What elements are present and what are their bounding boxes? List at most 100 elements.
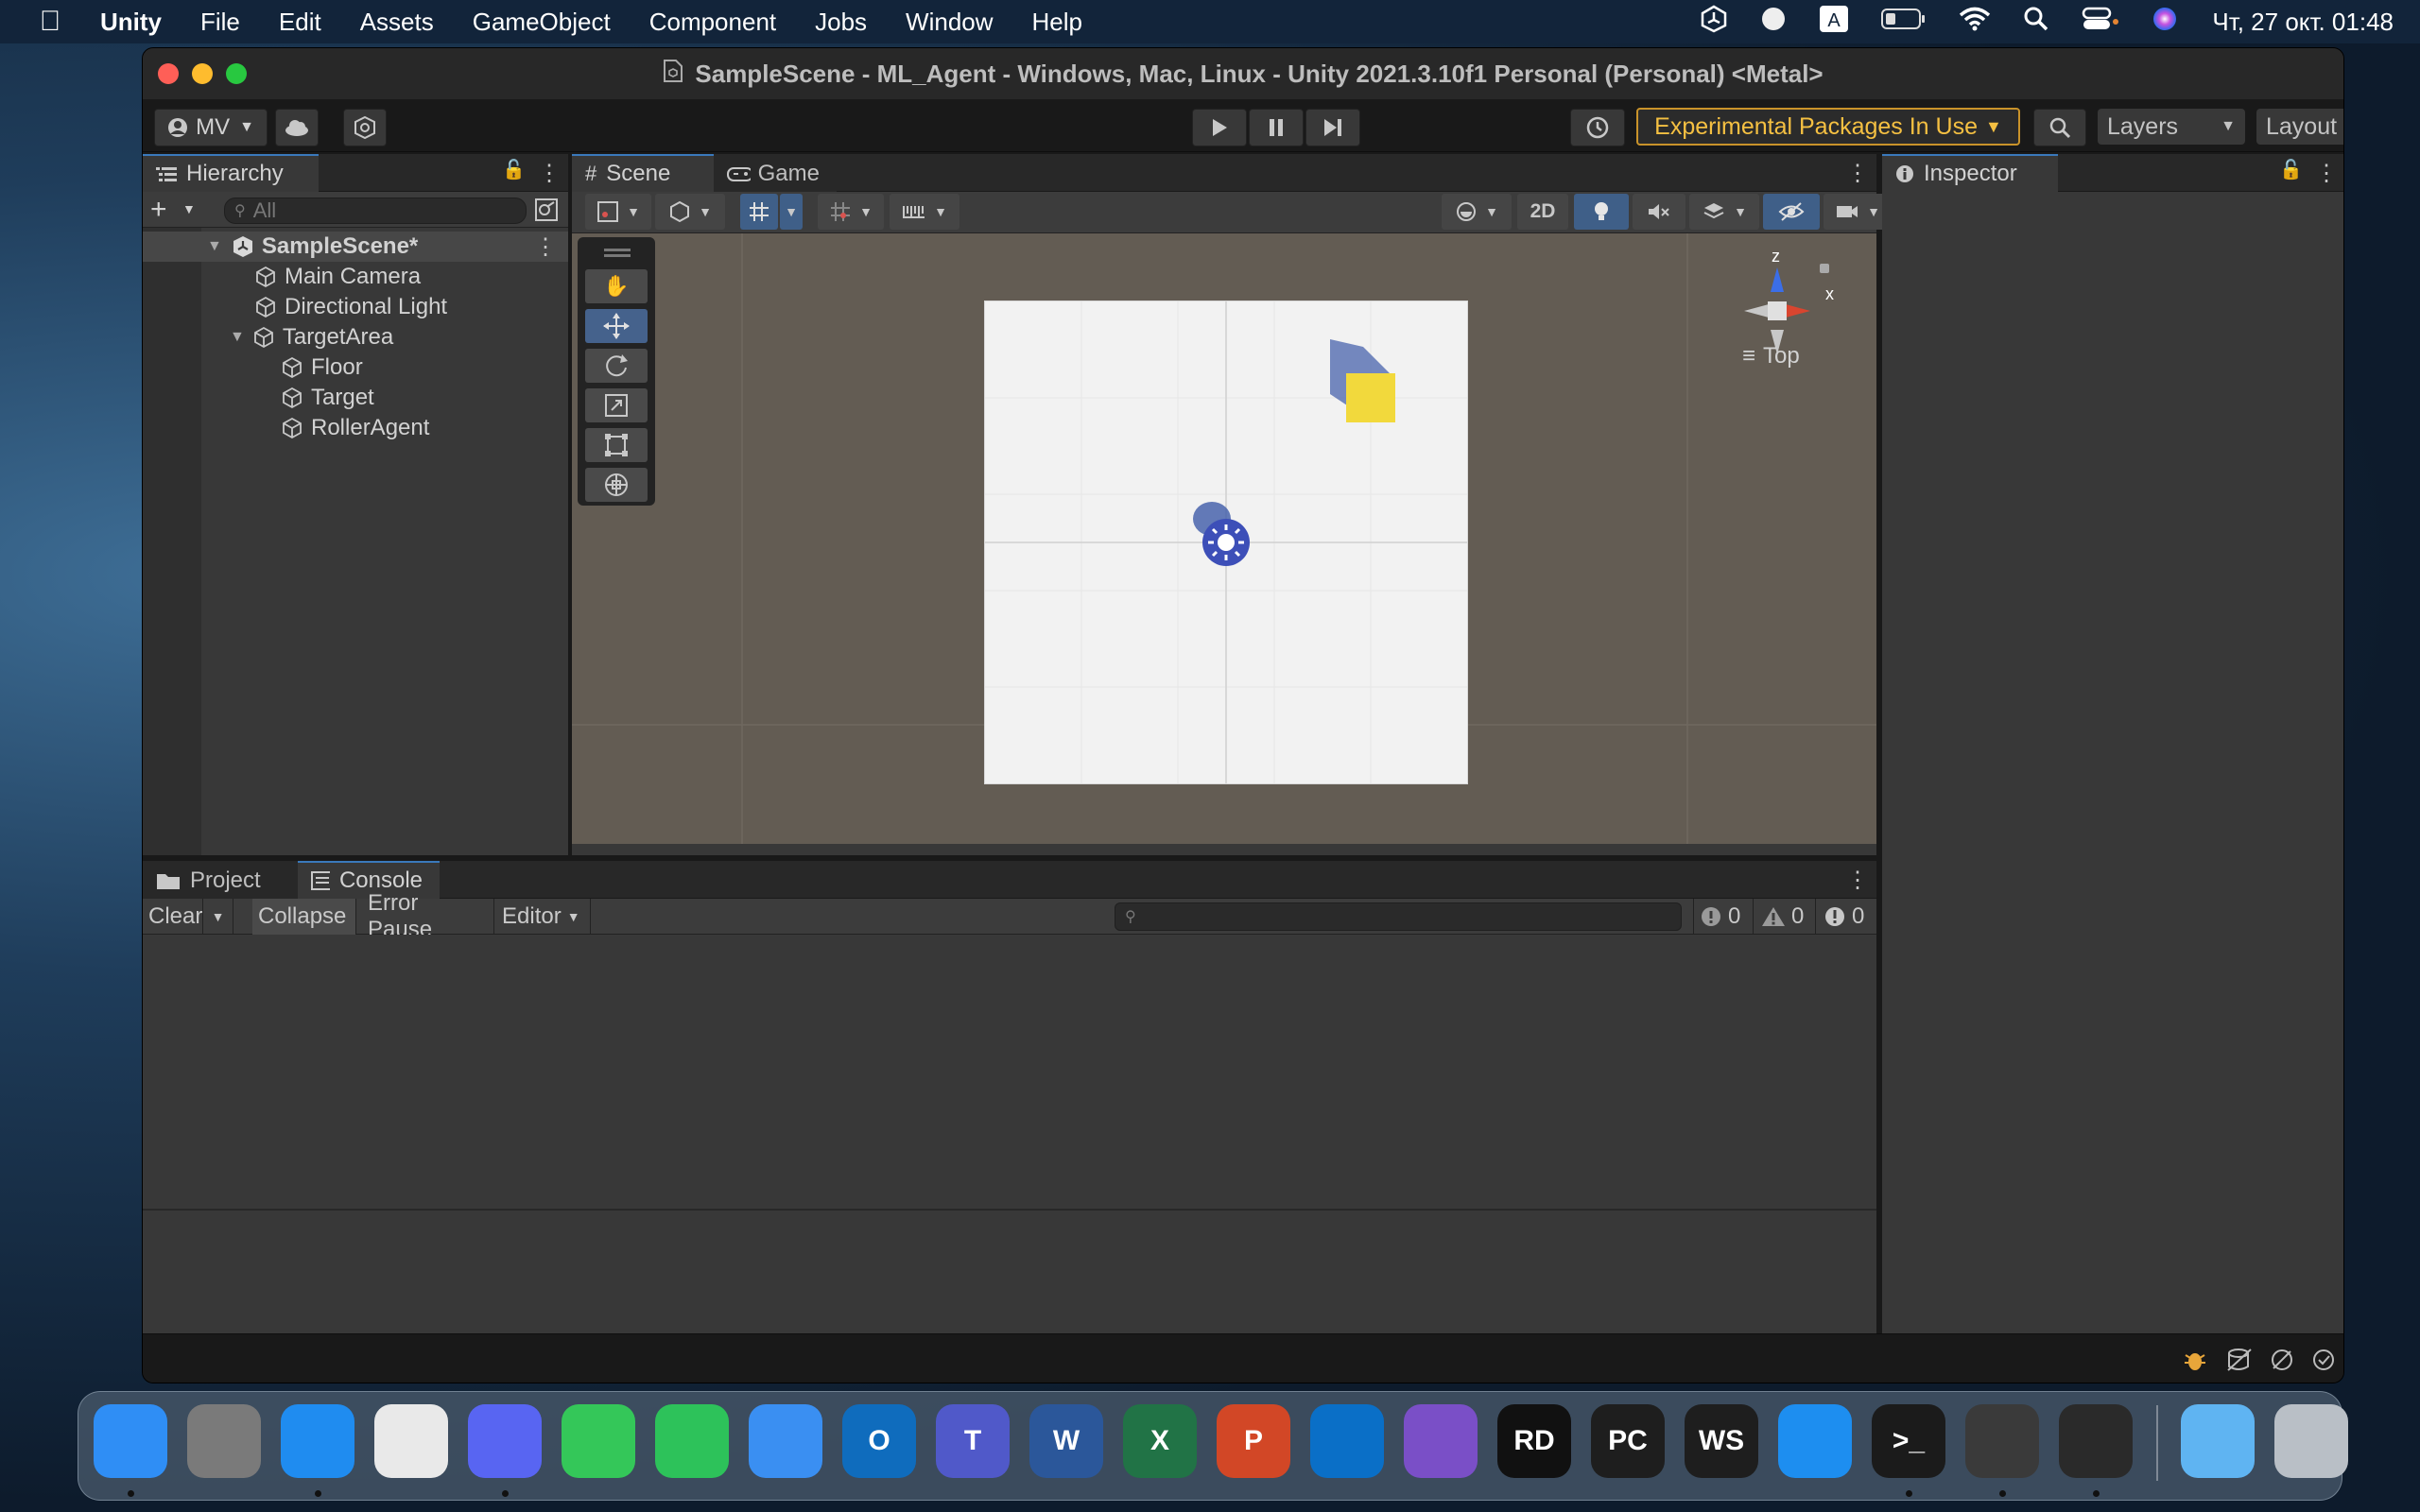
audio-toggle[interactable] — [1633, 194, 1685, 230]
hierarchy-item-target-area[interactable]: ▼ TargetArea — [230, 322, 393, 352]
menu-clock[interactable]: Чт, 27 окт. 01:48 — [2212, 8, 2394, 37]
grid-snap-toggle[interactable] — [740, 194, 778, 230]
dock-app-messages[interactable] — [562, 1404, 635, 1478]
error-filter-toggle[interactable]: 0 — [1818, 899, 1876, 935]
warning-filter-toggle[interactable]: 0 — [1755, 899, 1816, 935]
more-options-icon[interactable]: ⋮ — [538, 160, 561, 187]
layout-dropdown[interactable]: Layout ▼ — [2256, 109, 2343, 145]
effects-dropdown[interactable]: ▼ — [1689, 194, 1759, 230]
scale-tool-button[interactable] — [585, 388, 648, 422]
view-label[interactable]: ≡ Top — [1742, 343, 1800, 369]
dock-app-webstorm[interactable]: WS — [1685, 1404, 1758, 1478]
menu-item-file[interactable]: File — [200, 8, 240, 37]
lock-icon[interactable]: 🔓 — [502, 158, 526, 181]
more-options-icon[interactable]: ⋮ — [2315, 160, 2338, 187]
minimize-window-button[interactable] — [192, 63, 213, 84]
scene-row[interactable]: ▼ SampleScene* ⋮ — [143, 232, 568, 262]
wifi-icon[interactable] — [1959, 6, 1991, 39]
control-center-icon[interactable] — [2082, 6, 2119, 39]
dock-app-word[interactable]: W — [1029, 1404, 1103, 1478]
scene-viewport[interactable]: ✋ z x ≡ Top — [572, 233, 1876, 844]
cache-server-icon[interactable] — [2226, 1348, 2253, 1377]
dock-app-finder[interactable] — [94, 1404, 167, 1478]
dock-app-mail[interactable] — [749, 1404, 822, 1478]
more-options-icon[interactable]: ⋮ — [1846, 867, 1869, 894]
search-button[interactable] — [2033, 109, 2086, 146]
lock-icon[interactable]: 🔓 — [2279, 158, 2303, 181]
dock-app-safari[interactable] — [281, 1404, 354, 1478]
tab-project[interactable]: Project — [143, 861, 298, 899]
menu-item-unity[interactable]: Unity — [100, 8, 162, 37]
siri-icon[interactable] — [2152, 6, 2178, 39]
drag-handle[interactable] — [604, 249, 631, 251]
circle-icon[interactable] — [1760, 6, 1787, 39]
dock-app-folder[interactable] — [2181, 1404, 2255, 1478]
increment-snap-dropdown[interactable]: ▼ — [818, 194, 884, 230]
dock-app-excel[interactable]: X — [1123, 1404, 1197, 1478]
chevron-down-icon[interactable]: ▼ — [182, 201, 196, 216]
menu-item-assets[interactable]: Assets — [360, 8, 434, 37]
error-pause-toggle[interactable]: Error Pause — [362, 890, 494, 942]
caret-down-icon[interactable]: ▼ — [207, 238, 222, 255]
tab-scene[interactable]: # Scene — [572, 154, 714, 192]
tab-hierarchy[interactable]: Hierarchy — [143, 154, 319, 192]
console-log-list[interactable] — [143, 935, 1876, 1209]
more-options-icon[interactable]: ⋮ — [1846, 160, 1869, 187]
input-source-icon[interactable]: A — [1819, 5, 1849, 40]
close-window-button[interactable] — [158, 63, 179, 84]
more-options-icon[interactable]: ⋮ — [534, 233, 557, 261]
shading-dropdown[interactable]: ▼ — [1442, 194, 1512, 230]
dock-app-discord[interactable] — [468, 1404, 542, 1478]
dock-app-terminal[interactable]: >_ — [1872, 1404, 1945, 1478]
menu-item-component[interactable]: Component — [649, 8, 776, 37]
dock-app-rider[interactable]: RD — [1497, 1404, 1571, 1478]
roller-agent-sphere[interactable] — [1202, 519, 1250, 566]
dock-app-trash[interactable] — [2274, 1404, 2348, 1478]
menu-item-gameobject[interactable]: GameObject — [473, 8, 611, 37]
clear-options-dropdown[interactable]: ▼ — [203, 899, 233, 935]
undo-history-button[interactable] — [1570, 109, 1625, 146]
draw-mode-dropdown[interactable]: ▼ — [585, 194, 651, 230]
lighting-toggle[interactable] — [1574, 194, 1629, 230]
hierarchy-item-directional-light[interactable]: Directional Light — [254, 292, 447, 322]
hierarchy-item-roller-agent[interactable]: RollerAgent — [281, 413, 429, 443]
zoom-window-button[interactable] — [226, 63, 247, 84]
hierarchy-item-floor[interactable]: Floor — [281, 352, 363, 383]
transform-tool-button[interactable] — [585, 468, 648, 502]
clear-button[interactable]: Clear — [143, 899, 203, 935]
hierarchy-item-main-camera[interactable]: Main Camera — [254, 262, 421, 292]
dock-app-powerpoint[interactable]: P — [1217, 1404, 1290, 1478]
grid-snap-dropdown[interactable]: ▼ — [780, 194, 803, 230]
hidden-objects-toggle[interactable] — [1763, 194, 1820, 230]
dock-app-app-store[interactable] — [1778, 1404, 1852, 1478]
menu-item-jobs[interactable]: Jobs — [815, 8, 867, 37]
console-search-input[interactable]: ⚲ — [1115, 902, 1682, 931]
dock-app-visual-studio[interactable] — [1404, 1404, 1478, 1478]
ruler-dropdown[interactable]: ▼ — [890, 194, 959, 230]
caret-down-icon[interactable]: ▼ — [230, 329, 245, 346]
experimental-packages-button[interactable]: Experimental Packages In Use ▼ — [1636, 108, 2020, 146]
step-button[interactable] — [1305, 109, 1360, 146]
dock-app-unity-hub[interactable] — [1965, 1404, 2039, 1478]
scene-visibility-dropdown[interactable]: ▼ — [655, 194, 725, 230]
dock-app-outlook[interactable]: O — [842, 1404, 916, 1478]
collapse-toggle[interactable]: Collapse — [252, 899, 356, 935]
dock-app-chrome[interactable] — [374, 1404, 448, 1478]
play-button[interactable] — [1192, 109, 1247, 146]
search-icon[interactable] — [2023, 6, 2049, 39]
dock-app-facetime[interactable] — [655, 1404, 729, 1478]
hand-tool-button[interactable]: ✋ — [585, 269, 648, 303]
dock-app-vs-code[interactable] — [1310, 1404, 1384, 1478]
floor-plane[interactable] — [985, 301, 1467, 783]
menu-item-window[interactable]: Window — [906, 8, 993, 37]
search-filter-icon[interactable] — [534, 198, 559, 227]
rect-tool-button[interactable] — [585, 428, 648, 462]
collab-button[interactable] — [343, 109, 387, 146]
editor-target-dropdown[interactable]: Editor ▼ — [496, 899, 591, 935]
unity-icon[interactable] — [1700, 5, 1728, 40]
rotate-tool-button[interactable] — [585, 349, 648, 383]
progress-complete-icon[interactable] — [2311, 1348, 2336, 1377]
apple-menu-icon[interactable]:  — [26, 6, 74, 38]
dock-app-unity[interactable] — [2059, 1404, 2133, 1478]
toggle-2d-button[interactable]: 2D — [1517, 194, 1568, 230]
